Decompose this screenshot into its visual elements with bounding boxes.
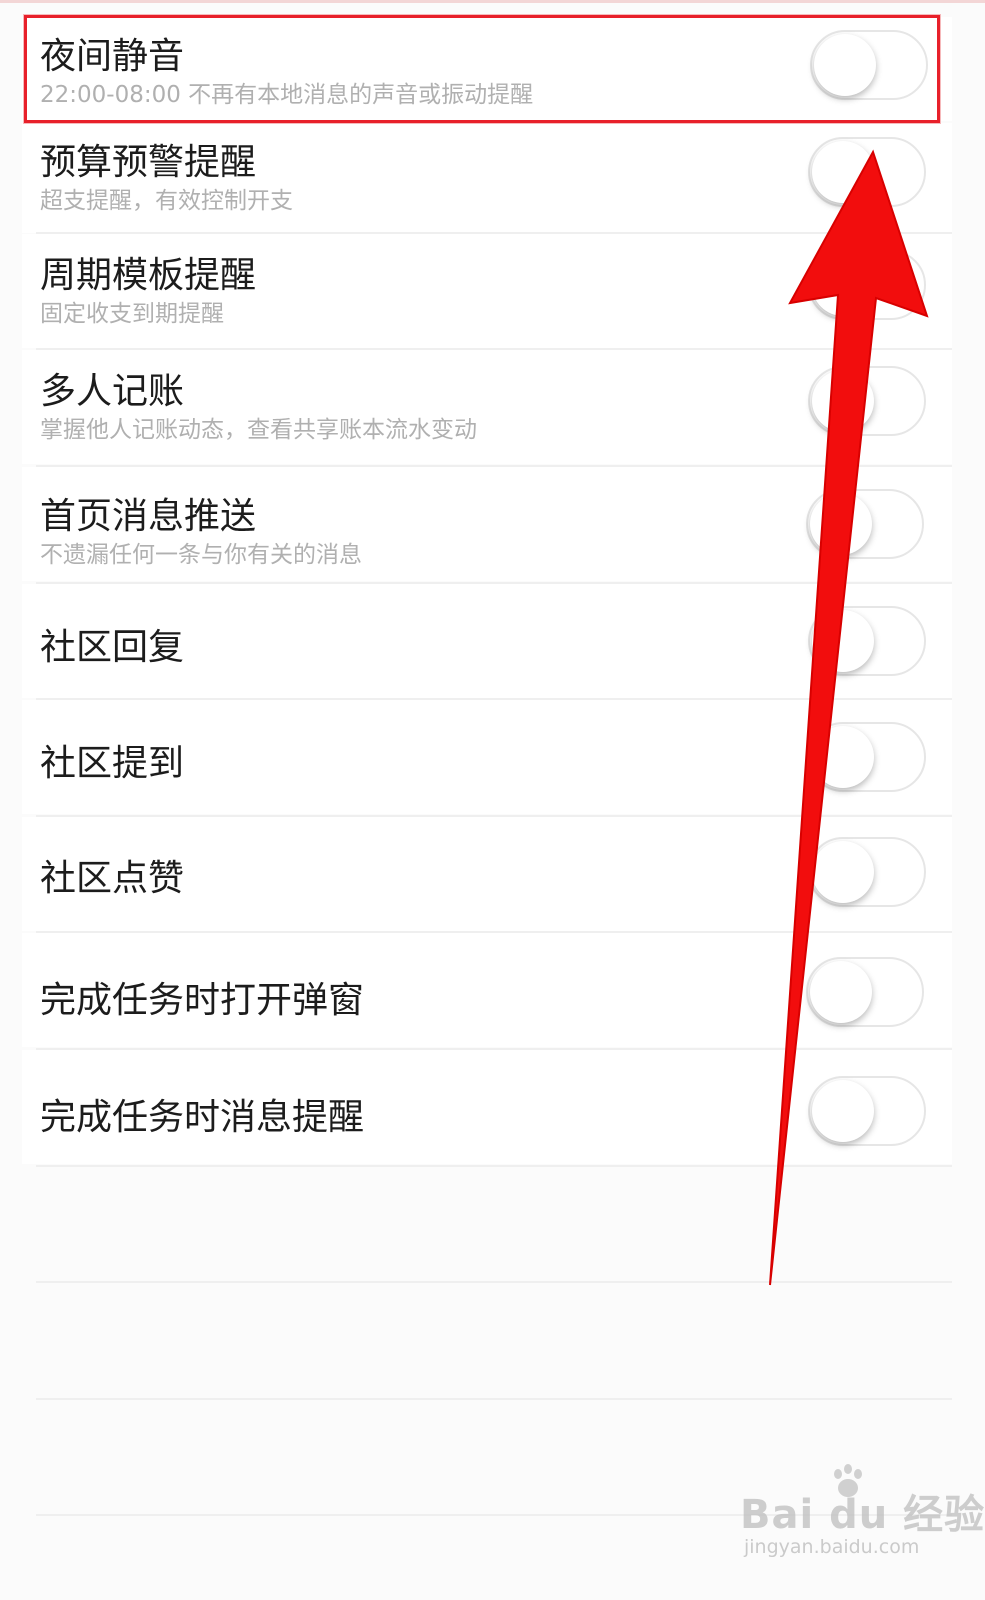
setting-row-community-mention[interactable]: 社区提到	[22, 700, 952, 814]
task-notify-toggle[interactable]	[808, 1076, 926, 1146]
toggle-knob	[812, 726, 874, 788]
setting-subtitle: 超支提醒，有效控制开支	[40, 188, 293, 214]
setting-row-budget-alert[interactable]: 预算预警提醒 超支提醒，有效控制开支	[22, 123, 952, 233]
toggle-knob	[812, 1080, 874, 1142]
community-like-toggle[interactable]	[808, 837, 926, 907]
setting-row-home-push[interactable]: 首页消息推送 不遗漏任何一条与你有关的消息	[22, 467, 952, 581]
setting-title: 夜间静音	[40, 36, 185, 77]
watermark-brand: Bai du 经验	[740, 1492, 985, 1538]
task-popup-toggle[interactable]	[806, 957, 924, 1027]
setting-title: 社区提到	[40, 743, 185, 784]
toggle-knob	[810, 493, 872, 555]
toggle-knob	[812, 370, 874, 432]
setting-subtitle: 掌握他人记账动态，查看共享账本流水变动	[40, 417, 477, 443]
notification-settings-page: 夜间静音 22:00-08:00 不再有本地消息的声音或振动提醒 预算预警提醒 …	[0, 0, 985, 1600]
periodic-template-toggle[interactable]	[808, 250, 926, 320]
setting-title: 首页消息推送	[40, 496, 257, 537]
setting-subtitle: 不遗漏任何一条与你有关的消息	[40, 542, 362, 568]
baidu-watermark: Bai du 经验 jingyan.baidu.com	[740, 1462, 984, 1582]
toggle-knob	[812, 141, 874, 203]
setting-row-periodic-template[interactable]: 周期模板提醒 固定收支到期提醒	[22, 234, 952, 348]
setting-title: 多人记账	[40, 371, 185, 412]
setting-subtitle: 固定收支到期提醒	[40, 301, 224, 327]
budget-alert-toggle[interactable]	[808, 137, 926, 207]
night-mute-toggle[interactable]	[810, 30, 928, 100]
multi-user-toggle[interactable]	[808, 366, 926, 436]
toggle-knob	[814, 34, 876, 96]
setting-subtitle: 22:00-08:00 不再有本地消息的声音或振动提醒	[40, 82, 534, 108]
home-push-toggle[interactable]	[806, 489, 924, 559]
watermark-url: jingyan.baidu.com	[744, 1536, 920, 1558]
setting-title: 完成任务时打开弹窗	[40, 980, 365, 1021]
setting-title: 社区回复	[40, 627, 185, 668]
toggle-knob	[810, 961, 872, 1023]
row-divider	[36, 1398, 952, 1400]
setting-row-task-popup[interactable]: 完成任务时打开弹窗	[22, 933, 952, 1047]
setting-row-multi-user[interactable]: 多人记账 掌握他人记账动态，查看共享账本流水变动	[22, 350, 952, 464]
row-divider	[36, 1165, 952, 1167]
toggle-knob	[812, 254, 874, 316]
setting-title: 社区点赞	[40, 858, 185, 899]
community-mention-toggle[interactable]	[808, 722, 926, 792]
setting-row-task-notify[interactable]: 完成任务时消息提醒	[22, 1050, 952, 1164]
setting-row-night-mute[interactable]: 夜间静音 22:00-08:00 不再有本地消息的声音或振动提醒	[22, 17, 952, 121]
community-reply-toggle[interactable]	[808, 606, 926, 676]
setting-title: 预算预警提醒	[40, 142, 257, 183]
top-edge	[0, 0, 985, 3]
setting-row-community-reply[interactable]: 社区回复	[22, 584, 952, 698]
setting-title: 完成任务时消息提醒	[40, 1097, 365, 1138]
setting-row-community-like[interactable]: 社区点赞	[22, 817, 952, 931]
toggle-knob	[812, 841, 874, 903]
setting-title: 周期模板提醒	[40, 255, 257, 296]
toggle-knob	[812, 610, 874, 672]
row-divider	[36, 1281, 952, 1283]
